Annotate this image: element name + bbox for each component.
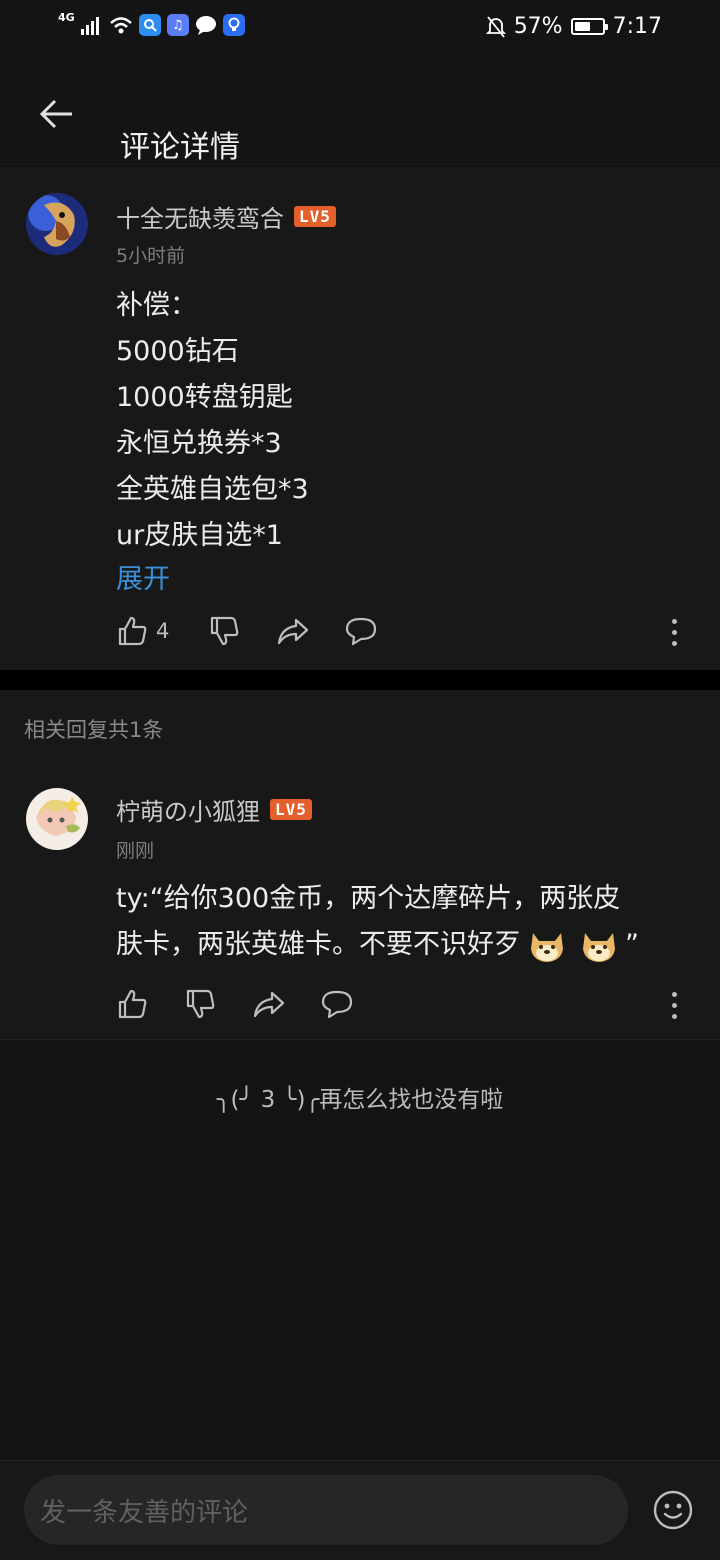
comment-line: 1000转盘钥匙 [116, 382, 293, 413]
input-placeholder: 发一条友善的评论 [40, 1497, 249, 1528]
back-button[interactable] [34, 92, 78, 136]
comment-line: 5000钻石 [116, 336, 239, 367]
emoji-button[interactable] [652, 1489, 694, 1531]
thumbs-up-icon [118, 616, 147, 646]
thumbs-down-icon [210, 616, 239, 646]
more-dot-icon [671, 630, 677, 635]
expand-link[interactable]: 展开 [116, 557, 170, 596]
reply-button[interactable] [344, 616, 378, 646]
like-count: 4 [156, 619, 170, 643]
signal-icon [80, 17, 99, 35]
reply-time: 刚刚 [116, 840, 155, 862]
doge-emoji [531, 933, 563, 962]
comment-actions: 4 [116, 615, 378, 647]
reply-body: ty:“给你300金币，两个达摩碎片，两张皮 肤卡，两张英雄卡。不要不识好歹 ” [116, 876, 639, 968]
share-icon [253, 991, 285, 1018]
avatar[interactable] [26, 788, 88, 850]
username-text[interactable]: 柠萌の小狐狸 [116, 792, 260, 827]
like-button[interactable]: 4 [116, 615, 208, 647]
status-bar: 4G ♫ 57% 7:17 [0, 0, 720, 56]
bulb-app-icon [222, 14, 245, 36]
thumbs-up-icon [118, 989, 147, 1019]
more-dot-icon [671, 619, 677, 624]
comment-line: 永恒兑换券*3 [116, 428, 282, 459]
more-options-button[interactable] [664, 619, 684, 646]
search-app-icon [138, 14, 161, 36]
doge-emoji [583, 933, 615, 962]
reply-line-2: 肤卡，两张英雄卡。不要不识好歹 ” [116, 922, 639, 968]
section-separator [0, 670, 720, 690]
network-type: 4G [58, 10, 75, 24]
share-button[interactable] [276, 616, 344, 646]
end-of-list-message: ╮(╯ 3 ╰)╭再怎么找也没有啦 [216, 1087, 504, 1113]
app-header: 评论详情 [0, 56, 720, 166]
divider [0, 1039, 720, 1040]
comment-input-bar: 发一条友善的评论 [0, 1460, 720, 1560]
battery-fill [574, 22, 590, 31]
share-icon [277, 618, 309, 645]
avatar[interactable] [26, 193, 88, 255]
more-dot-icon [671, 992, 677, 997]
reply-button[interactable] [320, 989, 354, 1019]
dislike-button[interactable] [208, 615, 276, 647]
reply-line: ty:“给你300金币，两个达摩碎片，两张皮 [116, 883, 621, 914]
music-app-icon: ♫ [166, 14, 189, 36]
status-left: 4G ♫ [58, 10, 245, 36]
replies-count-label: 相关回复共1条 [24, 718, 164, 742]
reply-line-end: ” [625, 929, 639, 960]
reply-actions [116, 988, 354, 1020]
battery-icon [570, 18, 608, 35]
dislike-button[interactable] [184, 988, 252, 1020]
comment-line: ur皮肤自选*1 [116, 520, 283, 551]
page-title: 评论详情 [120, 130, 240, 165]
bell-muted-icon [485, 15, 506, 38]
comment-time: 5小时前 [116, 245, 186, 267]
more-dot-icon [671, 1014, 677, 1019]
comment-line: 全英雄自选包*3 [116, 474, 309, 505]
more-dot-icon [671, 1003, 677, 1008]
more-dot-icon [671, 641, 677, 646]
comment-bubble-icon [321, 990, 353, 1019]
comment-input[interactable]: 发一条友善的评论 [24, 1475, 628, 1545]
comment-username[interactable]: 十全无缺羡鸾合 LV5 [116, 199, 336, 234]
wifi-icon [109, 17, 132, 34]
message-app-icon [195, 14, 217, 36]
comment-line: 补偿： [116, 290, 197, 321]
share-button[interactable] [252, 989, 320, 1019]
battery-percent: 57% [513, 14, 563, 39]
replies-section: 相关回复共1条 柠萌の小狐狸 LV5 刚刚 ty:“给你300金币，两个达摩碎片… [0, 690, 720, 1040]
level-badge: LV5 [270, 799, 312, 820]
username-text[interactable]: 十全无缺羡鸾合 [116, 199, 284, 234]
like-button[interactable] [116, 988, 184, 1020]
reply-username[interactable]: 柠萌の小狐狸 LV5 [116, 792, 312, 827]
thumbs-down-icon [186, 989, 215, 1019]
status-right: 57% 7:17 [485, 14, 662, 39]
reply-line: 肤卡，两张英雄卡。不要不识好歹 [116, 929, 521, 960]
more-options-button[interactable] [664, 992, 684, 1019]
level-badge: LV5 [294, 206, 336, 227]
arrow-left-icon [39, 99, 72, 129]
comment-body: 补偿： 5000钻石 1000转盘钥匙 永恒兑换券*3 全英雄自选包*3 ur皮… [116, 283, 309, 559]
comment-bubble-icon [345, 617, 377, 646]
smiley-icon [653, 1490, 693, 1530]
clock: 7:17 [612, 14, 662, 39]
main-comment: 十全无缺羡鸾合 LV5 5小时前 补偿： 5000钻石 1000转盘钥匙 永恒兑… [0, 166, 720, 670]
